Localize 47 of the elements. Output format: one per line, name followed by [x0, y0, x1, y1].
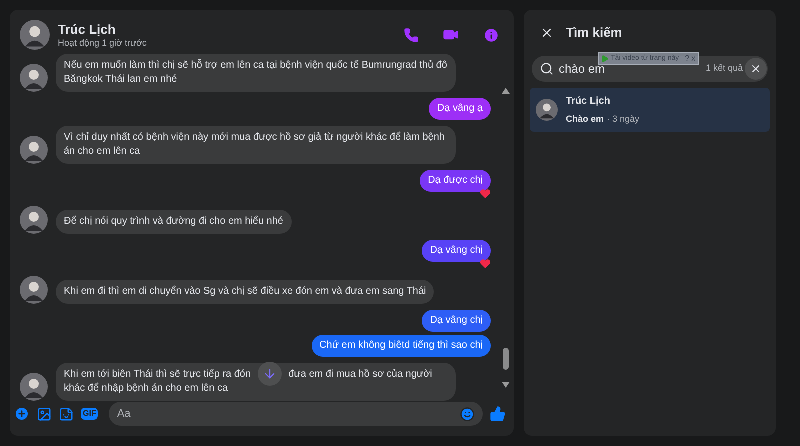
message-bubble: Khi em đi thì em di chuyển vào Sg và chị sẽ điều xe đón em và đưa em sang Thái	[56, 280, 434, 304]
overlay-close-button[interactable]: x	[692, 54, 696, 64]
avatar	[20, 64, 48, 92]
close-icon	[750, 63, 762, 75]
search-result[interactable]: Trúc Lịch Chào em · 3 ngày	[530, 88, 770, 132]
arrow-down-icon	[262, 367, 277, 382]
phone-icon[interactable]	[404, 28, 419, 42]
scroll-up-icon[interactable]	[502, 88, 510, 94]
scroll-down-button[interactable]	[258, 362, 282, 386]
message-bubble: Khi em tới biên Thái thì sẽ trực tiếp ra đón đưa em đi mua hồ sơ của người khác để nhập bệnh án cho em lên ca	[56, 363, 456, 401]
message-bubble: Chứ em không biêtd tiếng thì sao chị	[312, 335, 491, 357]
avatar	[20, 373, 48, 401]
result-time: · 3 ngày	[607, 112, 640, 126]
plus-icon[interactable]	[14, 406, 30, 422]
message-bubble: Vì chỉ duy nhất có bệnh viện này mới mua được hồ sơ giả từ người khác để làm bệnh án cho em lên ca	[56, 126, 456, 164]
scrollbar-thumb[interactable]	[503, 348, 509, 370]
contact-name: Trúc Lịch	[58, 22, 117, 36]
emoji-icon[interactable]	[460, 406, 475, 422]
message-bubble: Dạ được chị	[420, 170, 491, 192]
like-icon[interactable]	[490, 406, 506, 422]
result-snippet: Chào em	[566, 112, 604, 126]
avatar	[20, 276, 48, 304]
sticker-icon[interactable]	[59, 406, 74, 422]
avatar	[20, 206, 48, 234]
active-status: Hoạt động 1 giờ trước	[58, 36, 148, 48]
result-count: 1 kết quả	[706, 62, 743, 76]
search-icon	[540, 62, 554, 76]
clear-search-button[interactable]	[745, 58, 767, 80]
message-text-input[interactable]: Aa	[117, 406, 460, 422]
gif-button[interactable]: GIF	[81, 408, 98, 420]
avatar	[20, 20, 50, 50]
help-button[interactable]: ?	[685, 54, 690, 64]
close-icon[interactable]	[540, 26, 554, 40]
result-name: Trúc Lịch	[566, 94, 612, 109]
image-icon[interactable]	[37, 406, 52, 422]
message-bubble: Dạ vâng chị	[422, 310, 491, 332]
message-bubble: Dạ vâng chị	[422, 240, 491, 262]
message-bubble: Để chị nói quy trình và đường đi cho em hiểu nhé	[56, 210, 292, 234]
info-icon[interactable]	[483, 26, 500, 44]
play-icon	[601, 54, 609, 62]
message-input[interactable]: Aa	[109, 402, 483, 426]
avatar	[536, 99, 558, 121]
panel-title: Tìm kiếm	[566, 24, 622, 42]
scroll-down-icon[interactable]	[502, 382, 510, 388]
message-bubble: Nếu em muốn làm thì chị sẽ hỗ trợ em lên ca tại bệnh viện quốc tế Bumrungrad thủ đô Băngkok Thái lan em nhé	[56, 54, 456, 92]
avatar	[20, 136, 48, 164]
message-bubble: Dạ vâng ạ	[429, 98, 491, 120]
